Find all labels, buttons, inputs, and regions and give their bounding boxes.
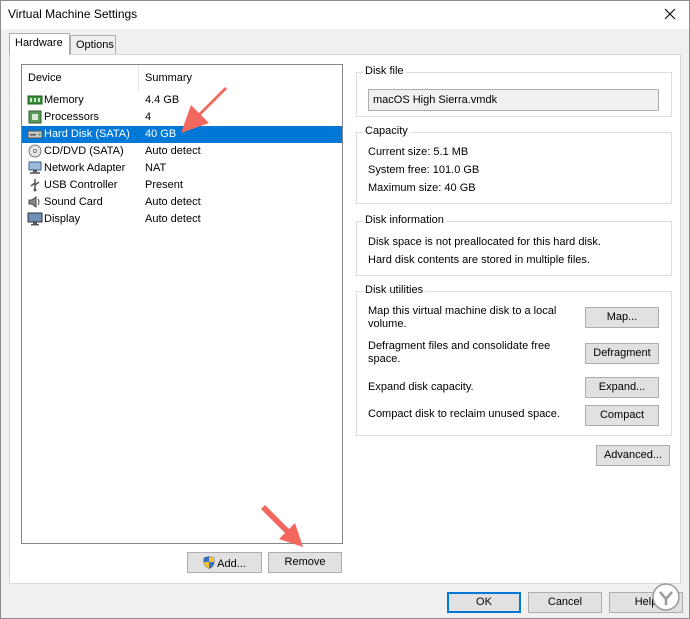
device-summary: 4 [145,111,152,123]
shield-icon [203,556,215,569]
settings-window: Virtual Machine Settings Hardware Option… [0,0,690,619]
usb-icon [30,179,40,192]
cancel-button[interactable]: Cancel [528,592,602,613]
monitor-icon [27,212,43,226]
capacity-group: Capacity Current size: 5.1 MB System fre… [356,125,672,204]
tab-hardware[interactable]: Hardware [9,33,70,55]
disk-info-line-multiple-files: Hard disk contents are stored in multipl… [368,254,590,266]
remove-button-label: Remove [284,556,326,568]
window-title: Virtual Machine Settings [8,7,138,21]
column-header-device[interactable]: Device [22,65,139,91]
disk-file-field[interactable]: macOS High Sierra.vmdk [368,89,659,111]
column-header-summary[interactable]: Summary [139,65,343,91]
device-name: Hard Disk (SATA) [44,128,130,140]
add-button[interactable]: Add... [187,552,262,573]
tab-options-label: Options [76,39,114,51]
disk-info-line-preallocated: Disk space is not preallocated for this … [368,236,601,248]
speaker-icon [28,196,40,208]
device-name: USB Controller [44,179,118,191]
defragment-button[interactable]: Defragment [585,343,659,364]
ok-button-label: OK [476,596,492,608]
network-adapter-icon [28,161,42,174]
compact-button-label: Compact [599,409,645,421]
map-button-label: Map... [606,311,638,323]
disk-information-group: Disk information Disk space is not preal… [356,214,672,276]
device-row-usb-controller[interactable]: USB Controller Present [22,177,342,194]
device-row-display[interactable]: Display Auto detect [22,211,342,228]
cd-dvd-icon [28,144,42,158]
expand-description: Expand disk capacity. [368,381,474,393]
annotation-arrow-remove-icon [261,505,303,547]
advanced-button-label: Advanced... [603,449,663,461]
disk-file-title: Disk file [363,65,406,77]
disk-utilities-title: Disk utilities [363,284,426,296]
memory-icon [27,95,43,105]
expand-button-label: Expand... [598,381,646,393]
compact-button[interactable]: Compact [585,405,659,426]
maximum-size-text: Maximum size: 40 GB [368,182,476,194]
device-summary: Auto detect [145,196,201,208]
system-free-text: System free: 101.0 GB [368,164,480,176]
current-size-text: Current size: 5.1 MB [368,146,469,158]
device-name: Sound Card [44,196,103,208]
device-summary: NAT [145,162,167,174]
device-summary: Auto detect [145,145,201,157]
capacity-title: Capacity [363,125,410,137]
device-name: Display [44,213,81,225]
device-summary: Auto detect [145,213,201,225]
device-name: CD/DVD (SATA) [44,145,124,157]
close-icon [664,8,676,20]
hard-disk-icon [27,130,43,139]
device-name: Memory [44,94,84,106]
advanced-button[interactable]: Advanced... [596,445,670,466]
watermark-logo-icon [652,583,680,611]
add-button-label: Add... [217,558,246,570]
map-description: Map this virtual machine disk to a local… [368,305,557,330]
hardware-tab-panel: Device Summary Memory 4.4 GB Processors … [9,54,681,584]
device-row-network-adapter[interactable]: Network Adapter NAT [22,160,342,177]
device-summary: 4.4 GB [145,94,180,106]
device-name: Network Adapter [44,162,126,174]
column-header-device-label: Device [28,72,62,84]
disk-file-group: Disk file macOS High Sierra.vmdk [356,65,672,117]
defragment-description: Defragment files and consolidate free sp… [368,340,551,365]
disk-utilities-group: Disk utilities Map this virtual machine … [356,284,672,436]
device-row-cd-dvd[interactable]: CD/DVD (SATA) Auto detect [22,143,342,160]
device-row-sound-card[interactable]: Sound Card Auto detect [22,194,342,211]
compact-description: Compact disk to reclaim unused space. [368,408,560,420]
map-button[interactable]: Map... [585,307,659,328]
disk-information-title: Disk information [363,214,446,226]
cancel-button-label: Cancel [547,596,583,608]
processor-icon [28,110,42,124]
defragment-button-label: Defragment [593,347,651,359]
ok-button[interactable]: OK [447,592,521,613]
device-summary: Present [145,179,183,191]
title-bar[interactable]: Virtual Machine Settings [1,1,689,29]
remove-button[interactable]: Remove [268,552,342,573]
annotation-arrow-hard-disk-icon [181,87,227,133]
device-name: Processors [44,111,100,123]
tab-options[interactable]: Options [70,35,116,55]
device-summary: 40 GB [145,128,177,140]
tab-hardware-label: Hardware [15,37,63,49]
expand-button[interactable]: Expand... [585,377,659,398]
close-button[interactable] [657,3,683,25]
